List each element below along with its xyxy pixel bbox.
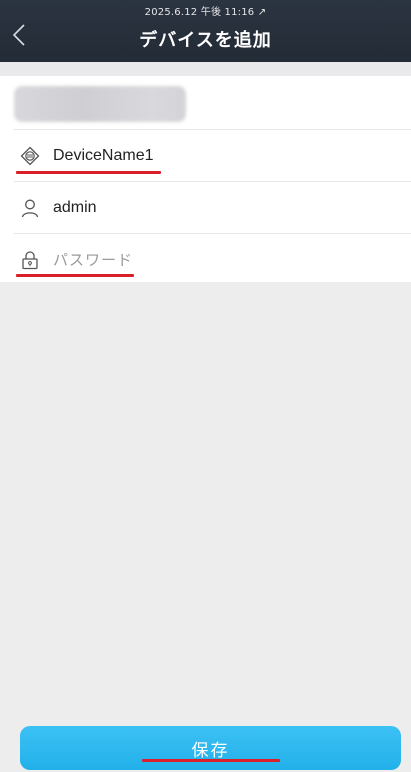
device-name-value[interactable]: DeviceName1 [53,147,153,165]
user-icon [19,197,41,219]
device-form: DeviceName1 admin [0,76,411,282]
username-value[interactable]: admin [53,199,97,217]
password-row[interactable] [0,234,411,286]
save-button[interactable]: 保存 [20,726,401,770]
redacted-field [14,86,186,122]
lock-icon [19,249,41,271]
device-name-row[interactable]: DeviceName1 [0,130,411,182]
save-button-label: 保存 [191,740,230,760]
username-row[interactable]: admin [0,182,411,234]
annotation-underline [142,759,280,762]
annotation-underline [16,171,161,174]
header-separator [0,62,411,76]
screenshot-timestamp: 2025.6.12 午後 11:16 ↗ [144,7,267,18]
top-nav-bar: 2025.6.12 午後 11:16 ↗ デバイスを追加 [0,0,411,62]
password-input[interactable] [53,251,253,269]
page-title: デバイスを追加 [139,30,272,51]
device-icon [19,145,41,167]
annotation-underline [16,274,134,277]
